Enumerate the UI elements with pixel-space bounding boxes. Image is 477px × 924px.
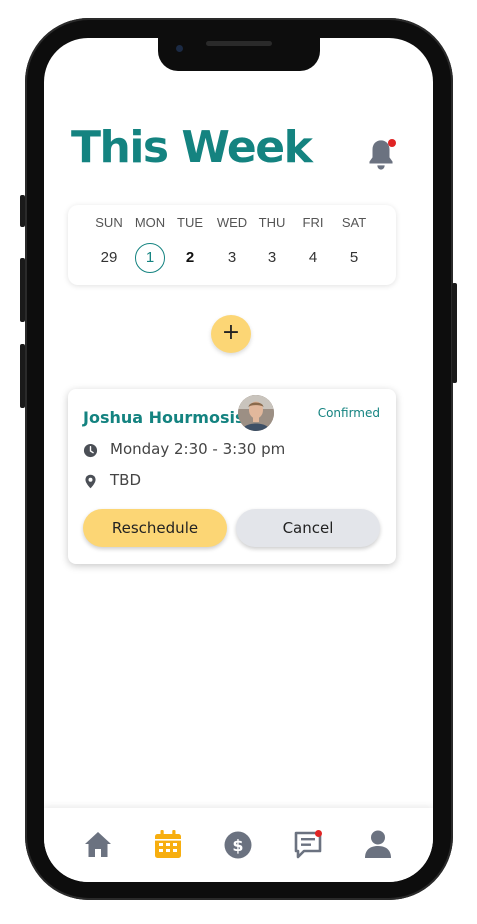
power-button [452, 283, 457, 383]
day-number: 3 [227, 249, 237, 266]
appointment-location: TBD [110, 471, 142, 489]
bottom-tab-bar: $ [44, 808, 433, 882]
day-name: SUN [95, 215, 123, 230]
day-number: 5 [349, 249, 359, 266]
day-name: WED [216, 215, 248, 230]
notch [158, 38, 320, 71]
app-screen: This Week SUN 29 MON 1 TUE 2 WED 3 THU 3… [44, 38, 433, 882]
location-pin-icon [85, 474, 96, 489]
clock-icon [83, 443, 98, 458]
svg-text:$: $ [232, 836, 243, 855]
status-badge: Confirmed [317, 406, 380, 420]
day-number-selected: 1 [135, 243, 165, 273]
user-icon[interactable] [363, 828, 393, 860]
avatar [238, 395, 274, 431]
day-name: TUE [177, 215, 203, 230]
client-name: Joshua Hourmosis [83, 408, 245, 427]
mute-switch [20, 195, 25, 227]
dollar-icon[interactable]: $ [223, 828, 253, 860]
week-calendar: SUN 29 MON 1 TUE 2 WED 3 THU 3 FRI 4 SAT… [68, 205, 396, 285]
day-name: THU [258, 215, 286, 230]
cancel-button[interactable]: Cancel [236, 509, 380, 547]
reschedule-button[interactable]: Reschedule [83, 509, 227, 547]
day-number-today: 2 [185, 249, 195, 266]
day-name: MON [134, 215, 166, 230]
day-name: FRI [302, 215, 324, 230]
calendar-icon[interactable] [153, 828, 183, 860]
day-number: 4 [308, 249, 318, 266]
page-title: This Week [71, 122, 313, 173]
volume-up-button [20, 258, 25, 322]
day-number: 3 [267, 249, 277, 266]
appointment-time: Monday 2:30 - 3:30 pm [110, 440, 286, 458]
speaker [206, 41, 272, 46]
message-badge [315, 830, 322, 837]
volume-down-button [20, 344, 25, 408]
home-icon[interactable] [83, 828, 113, 860]
notification-badge [388, 139, 396, 147]
add-appointment-button[interactable]: + [211, 315, 251, 353]
day-name: SAT [341, 215, 367, 230]
appointment-card[interactable]: Joshua Hourmosis Confirmed Monday 2:30 -… [68, 389, 396, 564]
front-camera [176, 45, 183, 52]
day-number: 29 [100, 249, 118, 266]
